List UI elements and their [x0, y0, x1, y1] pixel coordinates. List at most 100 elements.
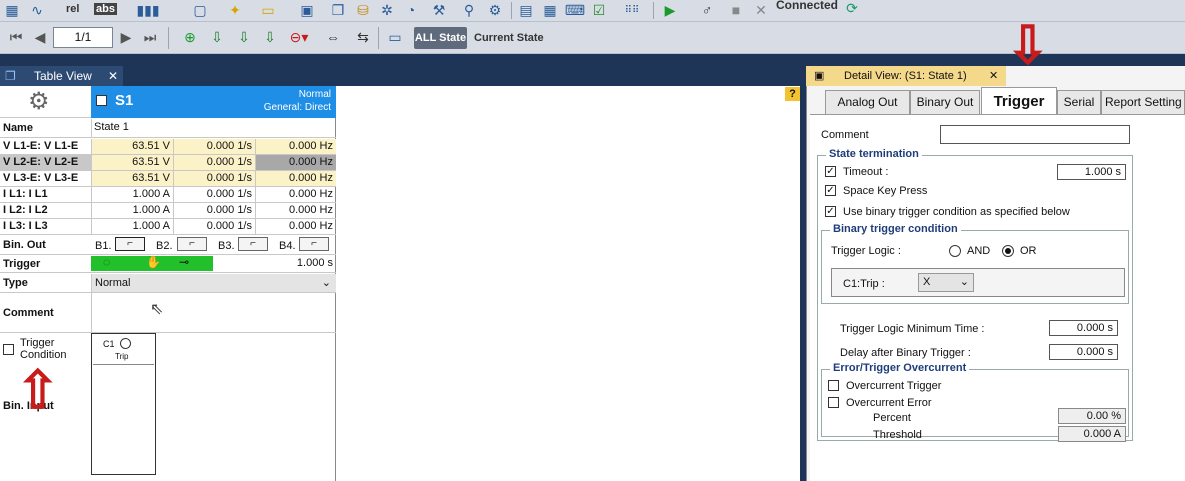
bars-icon[interactable]: ▮▮▮ — [128, 2, 168, 18]
or-radio[interactable] — [1002, 245, 1014, 257]
percent-input[interactable]: 0.00 % — [1058, 408, 1126, 424]
add-state-icon[interactable]: ⊕ — [180, 28, 200, 46]
gauge-icon[interactable]: ◔ — [400, 2, 422, 18]
comment-cell[interactable] — [91, 293, 336, 332]
merge-state-icon[interactable]: ⇆ — [352, 28, 374, 46]
gear-icon[interactable]: ⚙ — [28, 89, 50, 115]
phase-cell[interactable]: 0.000 1/s — [173, 139, 255, 154]
c1-trip-cell[interactable]: C1 Trip — [93, 335, 154, 365]
abs-button[interactable]: abs — [94, 3, 117, 15]
current-state-button[interactable]: Current State — [474, 27, 544, 49]
copy-state-icon[interactable]: ⇩ — [260, 28, 280, 46]
phase-cell[interactable]: 0.000 1/s — [173, 155, 255, 170]
name-value-cell[interactable]: State 1 — [91, 119, 336, 137]
type-select[interactable]: Normal ⌄ — [91, 274, 336, 292]
step-icon[interactable]: ♂ — [696, 2, 718, 18]
gears-icon[interactable]: ⚙ — [484, 2, 506, 18]
stop-icon[interactable]: ■ — [727, 2, 745, 18]
phase-cell[interactable]: 0.000 1/s — [173, 203, 255, 218]
close-connection-icon[interactable]: ✕ — [752, 2, 770, 18]
play-icon[interactable]: ▶ — [660, 2, 680, 18]
close-icon[interactable]: ✕ — [989, 66, 998, 86]
tab-analog-out[interactable]: Analog Out — [825, 90, 910, 114]
checklist-icon[interactable]: ☑ — [588, 2, 610, 18]
keyboard-icon[interactable]: ⌨ — [564, 2, 586, 18]
new-file-icon[interactable]: ▢ — [190, 2, 210, 18]
wave-icon[interactable]: ∿ — [26, 2, 48, 18]
delete-state-icon[interactable]: ⊖▾ — [284, 28, 314, 46]
open-folder-icon[interactable]: ▭ — [258, 2, 278, 18]
detail-view-tab[interactable]: ▣ Detail View: (S1: State 1) ✕ — [806, 66, 1006, 86]
refresh-icon[interactable]: ⟳ — [842, 0, 862, 17]
tab-report-setting[interactable]: Report Setting — [1101, 90, 1185, 114]
state-header[interactable]: S1 Normal General: Direct — [91, 86, 336, 118]
trigger-condition-checkbox[interactable] — [3, 344, 14, 355]
previous-page-icon[interactable]: ◀ — [32, 29, 48, 45]
timeout-input[interactable]: 1.000 s — [1057, 164, 1126, 180]
comment-input[interactable] — [940, 125, 1130, 144]
magnitude-cell[interactable]: 63.51 V — [91, 155, 173, 170]
add-file-icon[interactable]: ✦ — [225, 2, 245, 18]
and-radio[interactable] — [949, 245, 961, 257]
binout-b2-switch[interactable]: ⌐ — [177, 237, 207, 251]
rel-button[interactable]: rel — [66, 3, 79, 15]
view-toggle-icon[interactable]: ▭ — [384, 28, 406, 46]
signal-view-icon[interactable]: ▦ — [4, 2, 20, 18]
binout-b4-switch[interactable]: ⌐ — [299, 237, 329, 251]
tab-binary-out[interactable]: Binary Out — [910, 90, 980, 114]
help-icon[interactable]: ? — [785, 87, 800, 101]
network-icon[interactable]: ✲ — [376, 2, 398, 18]
magnitude-cell[interactable]: 1.000 A — [91, 203, 173, 218]
next-page-icon[interactable]: ▶ — [118, 29, 134, 45]
overcurrent-error-checkbox[interactable] — [828, 397, 839, 408]
tools-icon[interactable]: ⚒ — [428, 2, 450, 18]
phase-cell[interactable]: 0.000 1/s — [173, 187, 255, 202]
state-select-checkbox[interactable] — [96, 95, 107, 106]
close-icon[interactable]: ✕ — [108, 66, 118, 86]
threshold-input[interactable]: 0.000 A — [1058, 426, 1126, 442]
frequency-cell[interactable]: 0.000 Hz — [255, 139, 336, 154]
type-row: Type Normal ⌄ — [0, 273, 336, 293]
frequency-cell[interactable]: 0.000 Hz — [255, 155, 336, 170]
frequency-cell[interactable]: 0.000 Hz — [255, 171, 336, 186]
move-state-icon[interactable]: ⇔ — [322, 28, 344, 46]
database-icon[interactable]: ⛁ — [352, 2, 374, 18]
overcurrent-error-label: Overcurrent Error — [846, 397, 932, 409]
percent-label: Percent — [873, 412, 911, 424]
dots-icon[interactable]: ⠿⠿ — [616, 2, 648, 18]
save-icon[interactable]: ▣ — [298, 2, 316, 18]
magnitude-cell[interactable]: 63.51 V — [91, 171, 173, 186]
frequency-cell[interactable]: 0.000 Hz — [255, 203, 336, 218]
insert-state-icon[interactable]: ⇩ — [207, 28, 227, 46]
c1trip-select[interactable]: X ⌄ — [918, 273, 974, 292]
delay-input[interactable]: 0.000 s — [1049, 344, 1118, 360]
tab-trigger[interactable]: Trigger — [981, 87, 1057, 114]
copy-icon[interactable]: ❐ — [328, 2, 348, 18]
page-number-input[interactable]: 1/1 — [53, 27, 113, 48]
binout-b3-switch[interactable]: ⌐ — [238, 237, 268, 251]
last-page-icon[interactable]: ⏭ — [142, 29, 158, 45]
all-state-button[interactable]: ALL State — [414, 27, 467, 49]
overcurrent-trigger-checkbox[interactable] — [828, 380, 839, 391]
report-icon[interactable]: ▤ — [516, 2, 536, 18]
table-view-tab[interactable]: ❐ Table View ✕ — [0, 66, 123, 86]
min-time-input[interactable]: 0.000 s — [1049, 320, 1118, 336]
search-settings-icon[interactable]: ⚲ — [458, 2, 480, 18]
timeout-checkbox[interactable] — [825, 166, 836, 177]
trigger-time-value[interactable]: 1.000 s — [213, 256, 336, 271]
use-binary-checkbox[interactable] — [825, 206, 836, 217]
grid-icon[interactable]: ▦ — [540, 2, 560, 18]
space-key-checkbox[interactable] — [825, 185, 836, 196]
insert-state-after-icon[interactable]: ⇩ — [234, 28, 254, 46]
magnitude-cell[interactable]: 63.51 V — [91, 139, 173, 154]
binout-b1-switch[interactable]: ⌐ — [115, 237, 145, 251]
phase-cell[interactable]: 0.000 1/s — [173, 219, 255, 234]
frequency-cell[interactable]: 0.000 Hz — [255, 219, 336, 234]
phase-cell[interactable]: 0.000 1/s — [173, 171, 255, 186]
trigger-indicator[interactable]: ◌ ✋ ⊸ — [91, 255, 213, 271]
magnitude-cell[interactable]: 1.000 A — [91, 219, 173, 234]
magnitude-cell[interactable]: 1.000 A — [91, 187, 173, 202]
tab-serial[interactable]: Serial — [1057, 90, 1101, 114]
first-page-icon[interactable]: ⏮ — [8, 29, 24, 45]
frequency-cell[interactable]: 0.000 Hz — [255, 187, 336, 202]
